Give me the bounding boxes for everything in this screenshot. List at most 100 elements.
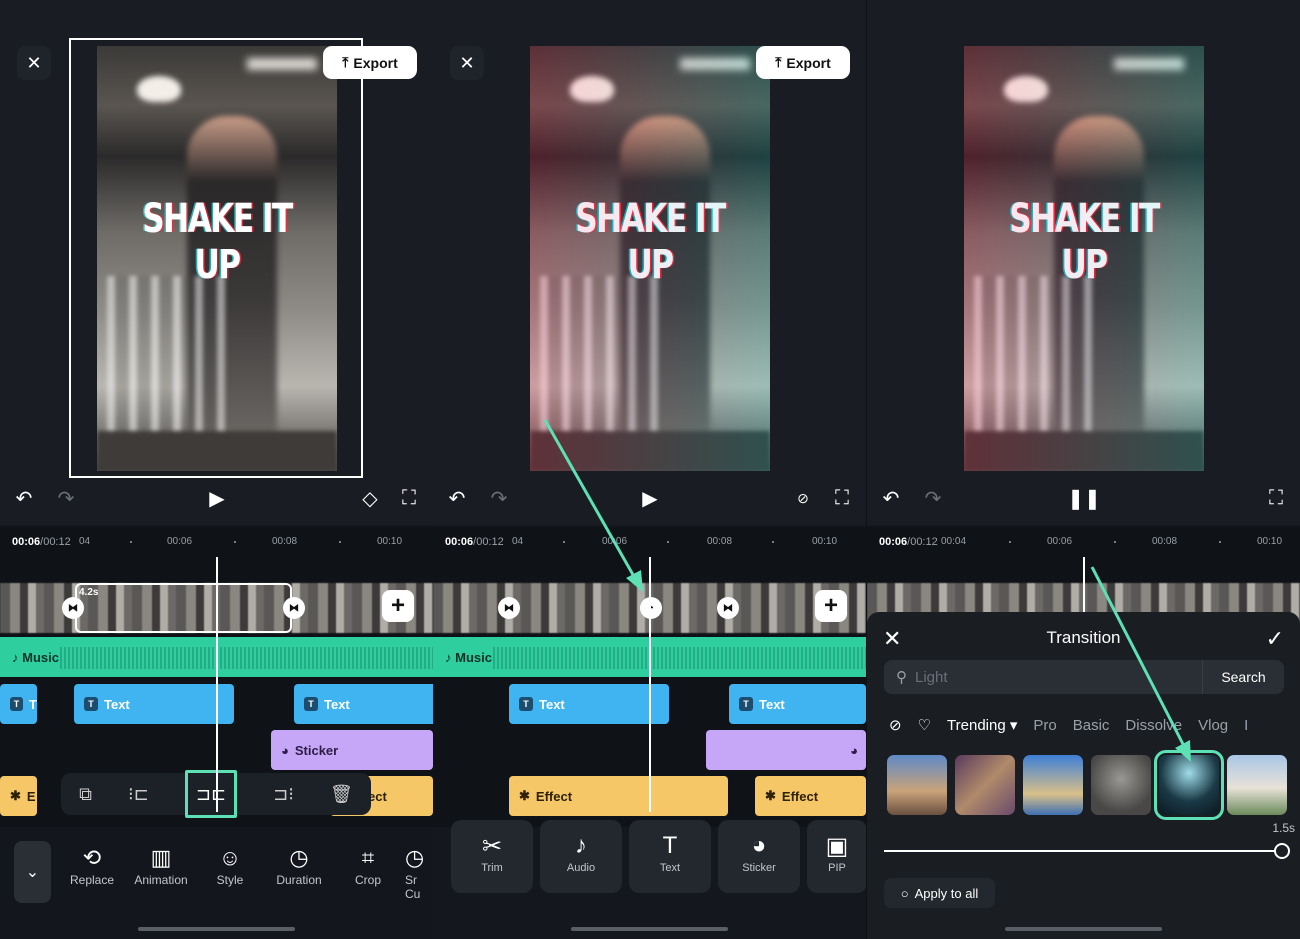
playhead[interactable] xyxy=(1083,557,1085,612)
transition-thumb[interactable] xyxy=(1227,755,1287,815)
crop-button[interactable]: ⌗ Crop xyxy=(336,845,400,887)
slider-handle[interactable] xyxy=(1274,843,1290,859)
search-input[interactable]: ⚲ Light Search xyxy=(884,660,1284,694)
add-clip-button[interactable]: + xyxy=(815,590,847,622)
sticker-button[interactable]: ◕ Sticker xyxy=(718,820,800,893)
close-button[interactable]: ✕ xyxy=(17,46,51,80)
split-right-icon[interactable]: ⊐⁝ xyxy=(273,784,294,805)
transition-icon[interactable]: ⧓ xyxy=(717,597,739,619)
split-icon[interactable]: ⊐⊏ xyxy=(184,770,237,818)
playhead[interactable] xyxy=(216,557,218,812)
editor-panel-clip-selected: SHAKE IT UP ✕ ⤒ Export ↶ ↷ ▶ ◇ ⛶ 00:06/00… xyxy=(0,0,433,939)
effect-track[interactable]: ✱ Effect xyxy=(755,776,866,816)
fullscreen-icon[interactable]: ⛶ xyxy=(1264,485,1288,511)
fullscreen-icon[interactable]: ⛶ xyxy=(397,485,421,511)
duplicate-icon[interactable]: ⧉ xyxy=(79,784,92,805)
transition-icon[interactable]: ⧓ xyxy=(62,597,84,619)
time-ruler[interactable]: 00:06/00:12 00:04 00:06 00:08 00:10 xyxy=(867,527,1300,557)
transition-icon[interactable]: ◔ xyxy=(640,597,662,619)
crop-icon: ⌗ xyxy=(361,845,375,870)
time-ruler[interactable]: 00:06/00:12 04 00:06 00:08 00:10 xyxy=(433,527,866,557)
home-indicator xyxy=(1005,927,1162,931)
tick-label: 00:06 xyxy=(602,536,628,547)
audio-button[interactable]: ♪ Audio xyxy=(540,820,622,893)
redo-icon[interactable]: ↷ xyxy=(487,485,511,511)
tab-dissolve[interactable]: Dissolve xyxy=(1125,717,1182,734)
export-button[interactable]: ⤒ Export xyxy=(323,46,417,79)
tool-label: PIP xyxy=(828,862,846,874)
transition-thumb[interactable] xyxy=(955,755,1015,815)
undo-icon[interactable]: ↶ xyxy=(445,485,469,511)
video-frame[interactable]: SHAKE IT UP xyxy=(530,46,770,471)
pause-icon[interactable]: ❚❚ xyxy=(1067,485,1101,511)
animation-button[interactable]: ▥ Animation xyxy=(129,845,193,887)
undo-icon[interactable]: ↶ xyxy=(12,485,36,511)
fullscreen-icon[interactable]: ⛶ xyxy=(830,485,854,511)
split-left-icon[interactable]: ⁝⊏ xyxy=(128,784,149,805)
collapse-button[interactable]: ⌄ xyxy=(14,841,51,903)
keyframe-icon[interactable]: ◇ xyxy=(358,485,382,511)
replace-button[interactable]: ⟲ Replace xyxy=(60,845,124,887)
transition-thumb[interactable] xyxy=(1091,755,1151,815)
tool-label: Crop xyxy=(354,873,381,887)
close-icon: ✕ xyxy=(26,52,42,73)
transition-thumb[interactable] xyxy=(887,755,947,815)
text-track[interactable]: T Text xyxy=(294,684,433,724)
redo-icon[interactable]: ↷ xyxy=(54,485,78,511)
transition-thumb-selected[interactable] xyxy=(1154,750,1224,820)
sticker-track[interactable]: ◕ xyxy=(706,730,866,770)
duration-button[interactable]: ◷ Duration xyxy=(267,845,331,887)
transition-icon[interactable]: ⧓ xyxy=(283,597,305,619)
redo-icon[interactable]: ↷ xyxy=(921,485,945,511)
undo-icon[interactable]: ↶ xyxy=(879,485,903,511)
smart-cut-button[interactable]: ◷ Sr Cu xyxy=(405,845,433,901)
overlay-text[interactable]: SHAKE IT UP xyxy=(990,196,1177,288)
tool-label: Duration xyxy=(276,873,322,887)
transition-thumb[interactable] xyxy=(1023,755,1083,815)
transition-icon[interactable]: ⧓ xyxy=(498,597,520,619)
add-clip-button[interactable]: + xyxy=(382,590,414,622)
sheet-title: Transition xyxy=(1046,628,1121,647)
checkmark-icon[interactable]: ✓ xyxy=(1266,626,1284,652)
duration-slider[interactable] xyxy=(884,850,1285,852)
music-note-icon: ♪ xyxy=(12,650,23,665)
time-ruler[interactable]: 00:06/00:12 04 00:06 00:08 00:10 xyxy=(0,527,433,557)
timecode: 00:06/00:12 xyxy=(445,536,504,548)
video-frame[interactable]: SHAKE IT UP xyxy=(964,46,1204,471)
hdr-off-icon[interactable]: ⊘ xyxy=(791,485,815,511)
text-button[interactable]: T Text xyxy=(629,820,711,893)
tool-label: Style xyxy=(216,873,244,887)
text-track[interactable]: T Text xyxy=(509,684,669,724)
text-track[interactable]: TT xyxy=(0,684,37,724)
trim-button[interactable]: ✂ Trim xyxy=(451,820,533,893)
pip-button[interactable]: ▣ PIP xyxy=(807,820,866,893)
tab-basic[interactable]: Basic xyxy=(1073,717,1110,734)
text-track[interactable]: T Text xyxy=(74,684,234,724)
apply-to-all-button[interactable]: ○ Apply to all xyxy=(884,878,995,908)
effect-track[interactable]: ✱ E xyxy=(0,776,37,816)
delete-icon[interactable]: 🗑 xyxy=(330,784,353,805)
export-button[interactable]: ⤒ Export xyxy=(756,46,850,79)
sticker-icon: ◕ xyxy=(281,742,289,758)
play-icon[interactable]: ▶ xyxy=(205,485,229,511)
search-button[interactable]: Search xyxy=(1202,660,1284,694)
play-icon[interactable]: ▶ xyxy=(638,485,662,511)
effect-track[interactable]: ✱ Effect xyxy=(509,776,728,816)
tick-label: 00:06 xyxy=(1047,536,1073,547)
tab-more[interactable]: I xyxy=(1244,717,1248,734)
text-track[interactable]: T Text xyxy=(729,684,866,724)
overlay-text[interactable]: SHAKE IT UP xyxy=(556,196,743,288)
close-button[interactable]: ✕ xyxy=(450,46,484,80)
transition-thumbnails xyxy=(887,750,1287,820)
sticker-track[interactable]: ◕ Sticker xyxy=(271,730,433,770)
tab-trending[interactable]: Trending ▾ xyxy=(947,716,1017,734)
favorites-icon[interactable]: ♡ xyxy=(918,716,931,734)
tab-vlog[interactable]: Vlog xyxy=(1198,717,1228,734)
category-tabs: ⊘ ♡ Trending ▾ Pro Basic Dissolve Vlog I xyxy=(889,716,1248,735)
playhead[interactable] xyxy=(649,557,651,812)
style-button[interactable]: ☺ Style xyxy=(198,845,262,887)
tab-pro[interactable]: Pro xyxy=(1033,717,1056,734)
no-transition-icon[interactable]: ⊘ xyxy=(889,716,902,734)
tick-label: 04 xyxy=(512,536,524,547)
selected-clip[interactable] xyxy=(75,583,292,633)
